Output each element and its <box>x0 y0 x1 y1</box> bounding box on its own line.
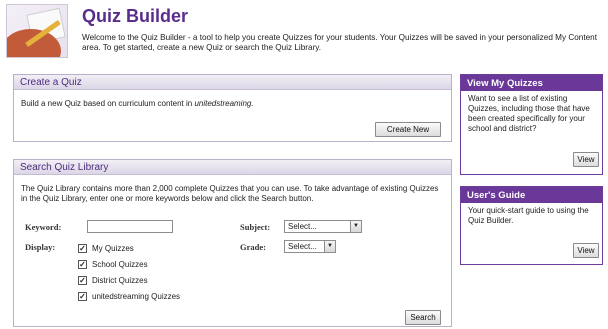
search-library-heading: Search Quiz Library <box>14 160 451 175</box>
create-quiz-description: Build a new Quiz based on curriculum con… <box>21 99 254 108</box>
quiz-builder-logo <box>6 4 68 58</box>
checkbox-my-quizzes[interactable]: ✓ <box>78 244 87 253</box>
users-guide-panel: User's Guide Your quick-start guide to u… <box>460 186 603 265</box>
page-title: Quiz Builder <box>82 6 189 26</box>
chevron-down-icon[interactable]: ▼ <box>350 221 361 232</box>
chevron-down-icon[interactable]: ▼ <box>324 241 335 252</box>
create-desc-brand: unitedstreaming. <box>194 99 254 108</box>
intro-text: Welcome to the Quiz Builder - a tool to … <box>82 33 598 52</box>
option-label: District Quizzes <box>92 276 148 285</box>
users-guide-text: Your quick-start guide to using the Quiz… <box>468 206 589 225</box>
checkbox-district-quizzes[interactable]: ✓ <box>78 276 87 285</box>
checkbox-unitedstreaming-quizzes[interactable]: ✓ <box>78 292 87 301</box>
option-label: School Quizzes <box>92 260 148 269</box>
grade-select[interactable]: Select... ▼ <box>284 240 336 253</box>
search-library-description: The Quiz Library contains more than 2,00… <box>21 184 439 203</box>
view-my-quizzes-panel: View My Quizzes Want to see a list of ex… <box>460 74 603 175</box>
search-library-panel: Search Quiz Library The Quiz Library con… <box>13 159 452 327</box>
view-guide-button[interactable]: View <box>573 243 599 258</box>
view-my-quizzes-text: Want to see a list of existing Quizzes, … <box>468 94 590 133</box>
search-button[interactable]: Search <box>405 310 441 325</box>
keyword-label: Keyword: <box>25 222 62 232</box>
display-label: Display: <box>25 242 56 252</box>
create-desc-text: Build a new Quiz based on curriculum con… <box>21 99 195 108</box>
create-quiz-heading: Create a Quiz <box>14 75 451 90</box>
create-quiz-panel: Create a Quiz Build a new Quiz based on … <box>13 74 452 142</box>
checkbox-school-quizzes[interactable]: ✓ <box>78 260 87 269</box>
view-my-quizzes-heading: View My Quizzes <box>461 75 602 91</box>
option-label: unitedstreaming Quizzes <box>92 292 181 301</box>
create-new-button[interactable]: Create New <box>375 122 441 137</box>
subject-select[interactable]: Select... ▼ <box>284 220 362 233</box>
view-quizzes-button[interactable]: View <box>573 152 599 167</box>
subject-label: Subject: <box>240 222 271 232</box>
option-label: My Quizzes <box>92 244 134 253</box>
subject-select-value: Select... <box>288 222 317 231</box>
users-guide-heading: User's Guide <box>461 187 602 203</box>
grade-label: Grade: <box>240 242 266 252</box>
grade-select-value: Select... <box>288 242 317 251</box>
keyword-input[interactable] <box>87 220 173 233</box>
